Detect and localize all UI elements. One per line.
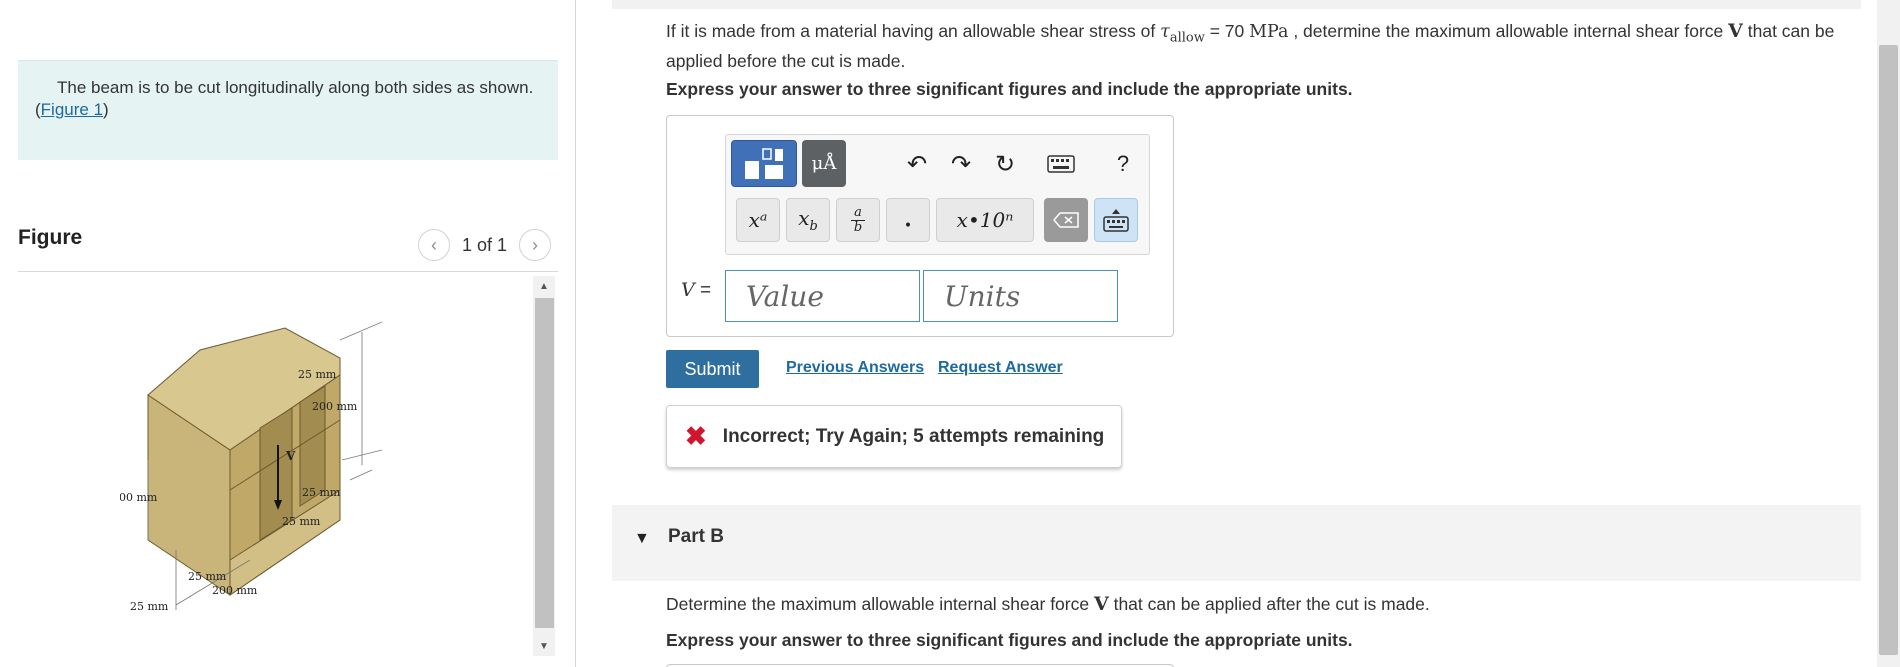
figure-pager: ‹ 1 of 1 ›	[418, 229, 552, 261]
figure-divider	[18, 271, 558, 272]
help-button[interactable]: ?	[1106, 147, 1140, 181]
label-bot-25-b: 25 mm	[130, 600, 169, 613]
part-b-question-post: that can be applied after the cut is mad…	[1108, 594, 1430, 614]
prev-figure-button[interactable]: ‹	[418, 229, 450, 261]
undo-icon: ↶	[906, 150, 928, 178]
subscript-button[interactable]: xb	[786, 198, 830, 242]
scientific-notation-button[interactable]: x•10ⁿ	[936, 198, 1034, 242]
part-a-header-band	[612, 0, 1861, 9]
submit-button[interactable]: Submit	[666, 350, 759, 388]
figure-title: Figure	[18, 226, 83, 249]
reset-icon: ↻	[994, 150, 1016, 178]
units-icon: μÅ	[811, 153, 837, 174]
label-v: V	[285, 449, 296, 463]
part-b-header[interactable]	[612, 505, 1861, 581]
pager-count: 1 of 1	[462, 234, 508, 255]
question-text-pre: If it is made from a material having an …	[666, 21, 1161, 41]
scroll-up-icon[interactable]: ▲	[533, 276, 555, 296]
value-input[interactable]	[725, 270, 920, 322]
shear-force-symbol: V	[1728, 20, 1743, 42]
chevron-right-icon: ›	[532, 234, 539, 255]
answer-panel: If it is made from a material having an …	[576, 0, 1900, 667]
error-x-icon: ✖	[685, 421, 707, 451]
v-equals: =	[694, 280, 712, 301]
part-a-question: If it is made from a material having an …	[666, 20, 1866, 72]
intro-text: The beam is to be cut longitudinally alo…	[35, 77, 541, 121]
reset-button[interactable]: ↻	[988, 147, 1022, 181]
previous-answers-link[interactable]: Previous Answers	[786, 359, 924, 377]
v-input-label: V =	[681, 279, 711, 302]
label-top-25: 25 mm	[298, 368, 337, 381]
tau-subscript: allow	[1169, 30, 1205, 46]
help-icon: ?	[1116, 151, 1130, 176]
virtual-keyboard-button[interactable]	[1094, 198, 1138, 242]
request-answer-link[interactable]: Request Answer	[938, 359, 1063, 377]
math-toolbar: μÅ ↶ ↷ ↻ ? xᵃ xb a b • x•10ⁿ	[725, 134, 1150, 255]
problem-panel: The beam is to be cut longitudinally alo…	[0, 0, 576, 667]
stress-unit: MPa	[1249, 22, 1289, 42]
label-low-25: 25 mm	[282, 515, 321, 528]
templates-button[interactable]	[731, 140, 797, 187]
label-mid-25: 25 mm	[302, 486, 341, 499]
next-figure-button[interactable]: ›	[519, 229, 552, 261]
part-a-instruction: Express your answer to three significant…	[666, 79, 1353, 99]
v-symbol: V	[681, 279, 695, 301]
backspace-button[interactable]	[1044, 198, 1088, 242]
undo-button[interactable]: ↶	[900, 147, 934, 181]
part-b-shear-symbol: V	[1093, 593, 1109, 615]
feedback-text: Incorrect; Try Again; 5 attempts remaini…	[722, 425, 1105, 447]
units-input[interactable]	[923, 270, 1118, 322]
part-b-question: Determine the maximum allowable internal…	[666, 593, 1430, 615]
question-text-mid: , determine the maximum allowable intern…	[1288, 21, 1729, 41]
keyboard-shortcuts-button[interactable]	[1044, 147, 1078, 181]
page-scroll-thumb[interactable]	[1879, 45, 1898, 655]
templates-icon	[745, 147, 783, 179]
problem-intro: The beam is to be cut longitudinally alo…	[18, 60, 558, 160]
figure-link[interactable]: Figure 1	[41, 100, 103, 119]
superscript-button[interactable]: xᵃ	[736, 198, 780, 242]
dot-button[interactable]: •	[886, 198, 930, 242]
fraction-button[interactable]: a b	[836, 198, 880, 242]
sci-notation-icon: x•10ⁿ	[956, 208, 1014, 232]
dot-icon: •	[903, 218, 913, 234]
label-bot-25-a: 25 mm	[188, 570, 227, 583]
paren-close: )	[103, 100, 109, 119]
intro-sentence: The beam is to be cut longitudinally alo…	[57, 78, 534, 97]
label-bot-200: 200 mm	[212, 584, 258, 597]
tau-symbol: τ	[1160, 22, 1170, 42]
part-b-instruction: Express your answer to three significant…	[666, 630, 1353, 650]
redo-button[interactable]: ↷	[944, 147, 978, 181]
caret-down-icon[interactable]: ▼	[634, 530, 650, 548]
question-equals: = 70	[1204, 21, 1250, 41]
superscript-icon: xᵃ	[748, 208, 768, 232]
redo-icon: ↷	[950, 150, 972, 178]
label-200-vertical: 200 mm	[312, 400, 358, 413]
keyboard-icon	[1047, 155, 1075, 173]
backspace-icon	[1053, 212, 1079, 228]
beam-figure: V 25 mm 200 mm 25 mm 25 mm 100 mm 25 mm …	[120, 321, 383, 613]
chevron-left-icon: ‹	[431, 234, 437, 255]
fraction-denominator: b	[853, 219, 863, 235]
part-b-title[interactable]: Part B	[668, 526, 724, 548]
units-button[interactable]: μÅ	[802, 140, 846, 187]
scroll-down-icon[interactable]: ▼	[533, 636, 555, 656]
part-b-question-pre: Determine the maximum allowable internal…	[666, 594, 1094, 614]
keyboard-toggle-icon	[1103, 209, 1129, 232]
answer-box: μÅ ↶ ↷ ↻ ? xᵃ xb a b • x•10ⁿ V = Value U…	[666, 115, 1174, 337]
subscript-icon: xb	[798, 206, 818, 234]
feedback-message: ✖ Incorrect; Try Again; 5 attempts remai…	[666, 405, 1122, 468]
fraction-numerator: a	[854, 204, 862, 220]
label-100: 100 mm	[120, 491, 158, 504]
figure-scroll-thumb[interactable]	[535, 298, 554, 628]
